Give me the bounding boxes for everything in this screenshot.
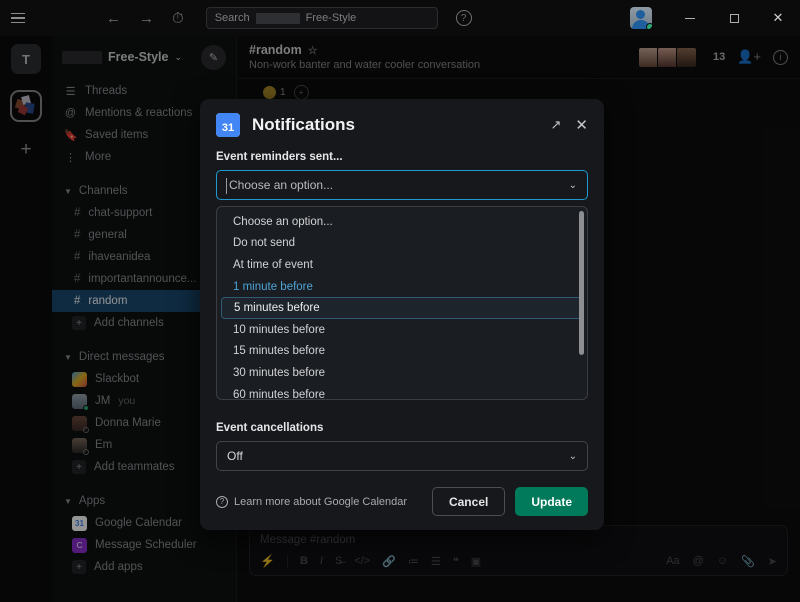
maximize-button[interactable] [712,0,756,36]
minimize-button[interactable] [668,0,712,36]
dialog-buttons: Cancel Update [431,487,588,516]
hamburger-icon[interactable] [0,0,36,36]
dialog-footer: Event cancellations Off ⌄ ? Learn more a… [216,422,588,516]
search-input[interactable]: Search Free-Style [205,7,438,29]
history-nav: ← → ⏱ [106,11,184,26]
event-reminders-label: Event reminders sent... [216,151,343,163]
forward-icon[interactable]: → [139,11,154,26]
dropdown-option-15-minutes-before[interactable]: 15 minutes before [221,341,583,363]
text-cursor [226,178,227,194]
dropdown-option-do-not-send[interactable]: Do not send [221,233,583,255]
close-button[interactable]: ✕ [756,0,800,36]
update-button[interactable]: Update [515,487,588,516]
event-cancellations-select[interactable]: Off ⌄ [216,441,588,471]
dropdown-option-5-minutes-before[interactable]: 5 minutes before [221,297,583,319]
open-external-icon[interactable]: ↗ [551,117,562,133]
dropdown-scrollbar[interactable] [579,211,584,355]
learn-more-label: Learn more about Google Calendar [234,495,408,508]
dropdown-option-60-minutes-before[interactable]: 60 minutes before [221,384,583,399]
chevron-down-icon: ⌄ [568,450,577,462]
dialog-header: 31 Notifications ↗ ✕ [200,99,604,143]
avatar[interactable] [630,7,652,29]
window-controls: ✕ [630,0,800,36]
chevron-down-icon: ⌄ [568,179,577,191]
dropdown-option-1-minute-before[interactable]: 1 minute before [221,276,583,298]
dialog-header-actions: ↗ ✕ [551,116,588,134]
redacted-block [255,12,300,24]
learn-more-link[interactable]: ? Learn more about Google Calendar [216,495,408,508]
history-icon[interactable]: ⏱ [172,11,184,26]
google-calendar-icon: 31 [216,113,240,137]
cancel-button[interactable]: Cancel [431,487,506,516]
dropdown-option-30-minutes-before[interactable]: 30 minutes before [221,362,583,384]
event-cancellations-label: Event cancellations [216,422,324,434]
event-reminders-value: Choose an option... [229,178,334,192]
dialog-body: Event reminders sent... Choose an option… [200,143,604,400]
search-workspace: Free-Style [305,12,357,24]
help-icon[interactable]: ? [455,10,472,26]
question-icon: ? [216,495,228,508]
search-label: Search [214,12,250,24]
event-reminders-select[interactable]: Choose an option... ⌄ [216,170,588,200]
dropdown-option-at-time-of-event[interactable]: At time of event [221,254,583,276]
dialog-actions: ? Learn more about Google Calendar Cance… [216,487,588,516]
dialog-title: Notifications [252,115,355,134]
event-reminders-dropdown[interactable]: Choose an option... Do not send At time … [216,206,588,400]
notifications-dialog: 31 Notifications ↗ ✕ Event reminders sen… [200,99,604,530]
dropdown-option-10-minutes-before[interactable]: 10 minutes before [221,319,583,341]
calendar-day-number: 31 [216,118,240,137]
dropdown-options: Choose an option... Do not send At time … [217,207,587,399]
dropdown-option-choose[interactable]: Choose an option... [221,211,583,233]
event-cancellations-value: Off [227,449,243,463]
window-titlebar: ← → ⏱ Search Free-Style ? ✕ [0,0,800,36]
close-icon[interactable]: ✕ [575,116,588,134]
back-icon[interactable]: ← [106,11,121,26]
